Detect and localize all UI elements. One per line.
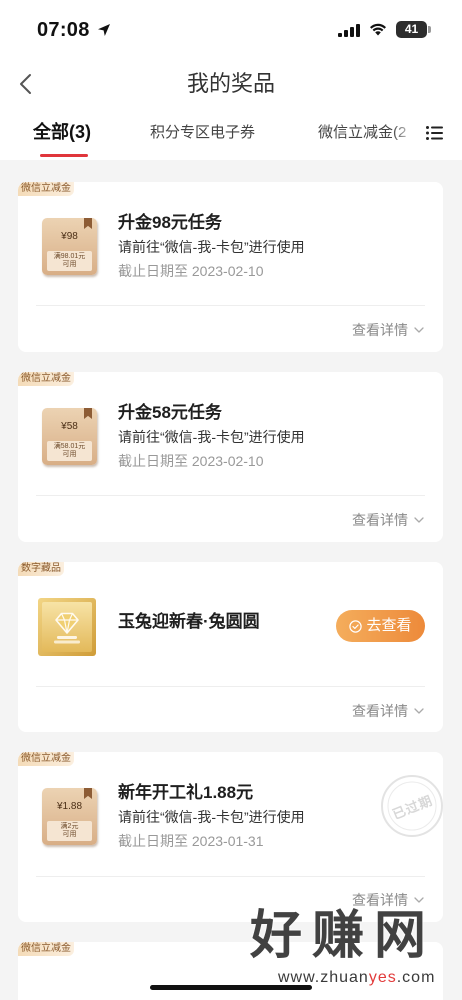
watermark-url-suffix: .com	[396, 969, 436, 986]
view-details-label: 查看详情	[352, 322, 408, 338]
coupon-usable: 可用	[62, 261, 77, 268]
category-badge: 微信立减金	[18, 752, 74, 766]
tab-overflow-fade	[392, 118, 416, 150]
prize-deadline: 截止日期至 2023-02-10	[118, 453, 264, 469]
prize-title: 玉兔迎新春·兔圆圆	[118, 612, 260, 631]
view-collectible-label: 去查看	[366, 617, 412, 634]
coupon-condition-box: 满2元 可用	[47, 821, 92, 841]
coupon-amount: ¥58	[61, 421, 78, 432]
coupon-usable: 可用	[62, 831, 77, 838]
prize-deadline: 截止日期至 2023-02-10	[118, 263, 264, 279]
prize-title: 升金98元任务	[118, 213, 222, 232]
view-details-label: 查看详情	[352, 703, 408, 719]
coupon-amount: ¥1.88	[56, 801, 83, 812]
watermark-url-prefix: www.zhuan	[278, 969, 369, 986]
coupon-thumbnail: ¥98 满98.01元 可用	[42, 218, 97, 275]
divider	[36, 305, 425, 306]
coupon-condition: 满58.01元	[53, 443, 86, 450]
cellular-signal-icon	[338, 24, 360, 37]
view-collectible-button[interactable]: 去查看	[336, 610, 425, 642]
active-tab-indicator	[40, 154, 88, 157]
wifi-icon	[370, 23, 386, 36]
prize-card-collectible[interactable]: 数字藏品 玉兔迎新春·兔圆圆 去查看 查看详情	[18, 562, 443, 732]
location-arrow-icon	[98, 24, 110, 36]
tab-points-vouchers[interactable]: 积分专区电子券	[150, 121, 255, 145]
bookmark-icon	[84, 408, 92, 419]
coupon-thumbnail: ¥58 满58.01元 可用	[42, 408, 97, 465]
watermark-brand: 好赚网	[250, 907, 437, 965]
page-title: 我的奖品	[186, 71, 275, 96]
category-badge: 微信立减金	[18, 942, 74, 956]
list-icon	[425, 126, 443, 140]
chevron-down-icon	[414, 897, 424, 903]
home-indicator[interactable]	[150, 985, 312, 990]
watermark-url-accent: yes	[368, 969, 397, 986]
coupon-condition: 满98.01元	[53, 253, 86, 260]
prize-deadline: 截止日期至 2023-01-31	[118, 833, 264, 849]
diamond-icon	[38, 598, 96, 656]
prize-card[interactable]: 微信立减金 ¥58 满58.01元 可用 升金58元任务 请前往“微信-我-卡包…	[18, 372, 443, 542]
bookmark-icon	[84, 218, 92, 229]
divider	[36, 876, 425, 877]
prize-instructions: 请前往“微信-我-卡包”进行使用	[118, 429, 305, 445]
view-details-button[interactable]: 查看详情	[352, 321, 424, 339]
prize-title: 升金58元任务	[118, 403, 222, 422]
prize-instructions: 请前往“微信-我-卡包”进行使用	[118, 809, 305, 825]
tab-label: 全部(3)	[33, 122, 91, 142]
chevron-down-icon	[414, 517, 424, 523]
check-circle-icon	[349, 619, 363, 633]
coupon-thumbnail: ¥1.88 满2元 可用	[42, 788, 97, 845]
expired-stamp: 已过期	[380, 774, 443, 838]
coupon-condition-box: 满98.01元 可用	[47, 251, 92, 271]
battery-icon: 41	[396, 21, 427, 38]
coupon-usable: 可用	[62, 451, 77, 458]
bookmark-icon	[84, 788, 92, 799]
category-badge: 数字藏品	[18, 562, 64, 576]
tab-menu-button[interactable]	[421, 121, 447, 145]
battery-cap	[428, 26, 431, 33]
view-details-label: 查看详情	[352, 512, 408, 528]
view-details-button[interactable]: 查看详情	[352, 511, 424, 529]
divider	[36, 495, 425, 496]
view-details-button[interactable]: 查看详情	[352, 702, 424, 720]
prize-card[interactable]: 微信立减金 ¥98 满98.01元 可用 升金98元任务 请前往“微信-我-卡包…	[18, 182, 443, 352]
category-badge: 微信立减金	[18, 182, 74, 196]
battery-level: 41	[404, 22, 419, 36]
divider	[36, 686, 425, 687]
prize-instructions: 请前往“微信-我-卡包”进行使用	[118, 239, 305, 255]
category-badge: 微信立减金	[18, 372, 74, 386]
prize-title: 新年开工礼1.88元	[118, 783, 254, 802]
tab-label: 积分专区电子券	[150, 124, 256, 141]
chevron-down-icon	[414, 327, 424, 333]
chevron-down-icon	[414, 708, 424, 714]
coupon-amount: ¥98	[61, 231, 78, 242]
coupon-condition: 满2元	[60, 823, 79, 830]
tab-all[interactable]: 全部(3)	[33, 120, 91, 144]
coupon-condition-box: 满58.01元 可用	[47, 441, 92, 461]
prize-card[interactable]: 微信立减金 ¥1.88 满2元 可用 新年开工礼1.88元 请前往“微信-我-卡…	[18, 752, 443, 922]
status-time: 07:08	[37, 19, 90, 41]
